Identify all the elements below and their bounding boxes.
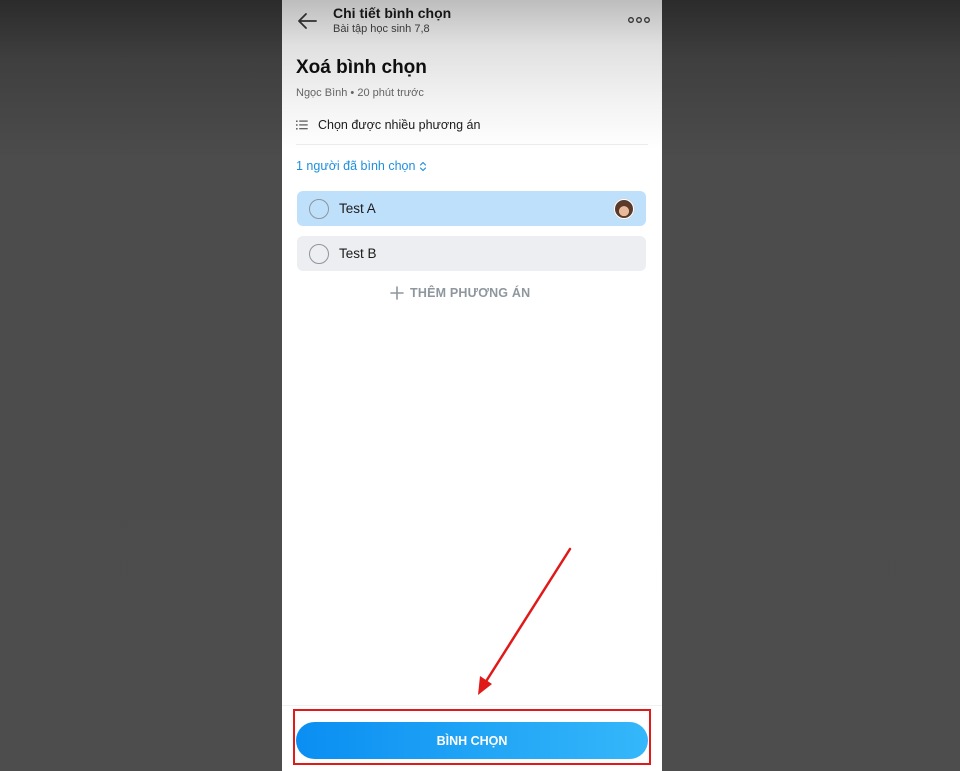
app-bar: Chi tiết bình chọn Bài tập học sinh 7,8 xyxy=(282,0,662,44)
poll-rule: Chọn được nhiều phương án xyxy=(296,116,480,134)
list-icon xyxy=(296,120,308,130)
plus-icon xyxy=(390,286,404,300)
avatar[interactable] xyxy=(614,198,634,219)
poll-rule-label: Chọn được nhiều phương án xyxy=(318,118,481,132)
poll-title: Xoá bình chọn xyxy=(296,57,427,78)
arrow-left-icon[interactable] xyxy=(294,9,320,33)
divider xyxy=(296,144,648,145)
more-horizontal-icon[interactable] xyxy=(628,14,650,26)
phone-screen: Chi tiết bình chọn Bài tập học sinh 7,8 … xyxy=(282,0,662,771)
add-option-button[interactable]: THÊM PHƯƠNG ÁN xyxy=(390,286,530,300)
radio-circle-icon[interactable] xyxy=(309,198,329,219)
voters-count-label: 1 người đã bình chọn xyxy=(296,159,416,173)
page-title: Chi tiết bình chọn xyxy=(333,5,452,21)
page-subtitle: Bài tập học sinh 7,8 xyxy=(333,23,430,35)
vote-button[interactable]: BÌNH CHỌN xyxy=(296,722,648,759)
poll-option-label: Test B xyxy=(339,246,377,261)
voters-count-link[interactable]: 1 người đã bình chọn xyxy=(296,159,427,173)
poll-option-test-a[interactable]: Test A xyxy=(297,191,646,226)
poll-option-test-b[interactable]: Test B xyxy=(297,236,646,271)
add-option-label: THÊM PHƯƠNG ÁN xyxy=(410,286,531,300)
sort-chevron-icon xyxy=(420,161,427,171)
poll-meta: Ngọc Bình • 20 phút trước xyxy=(296,87,424,99)
radio-circle-icon[interactable] xyxy=(309,243,329,264)
poll-option-label: Test A xyxy=(339,201,376,216)
